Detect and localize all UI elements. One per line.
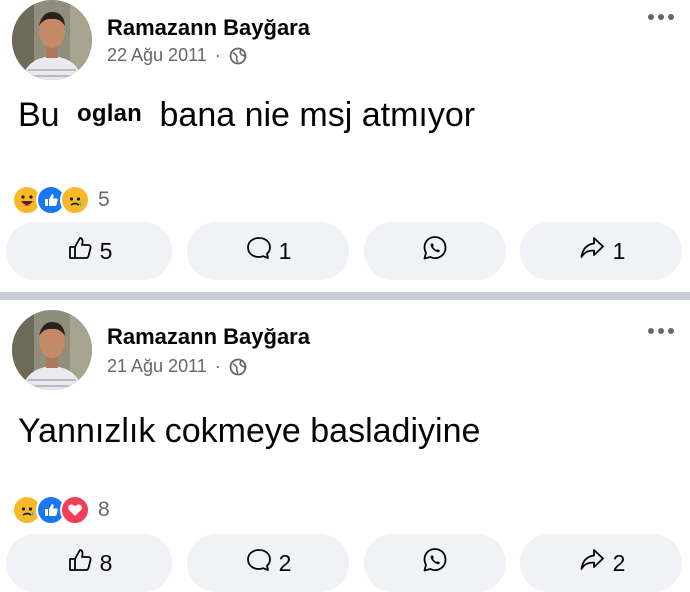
author-name[interactable]: Ramazann Bayğara (107, 324, 310, 350)
like-count: 8 (99, 549, 113, 576)
like-icon (66, 546, 94, 580)
whatsapp-share-button[interactable] (364, 222, 506, 280)
more-options-button[interactable] (648, 328, 674, 334)
avatar[interactable] (12, 310, 92, 390)
more-icon (648, 328, 654, 334)
more-icon-dot (668, 14, 674, 20)
post-text: Yannızlık cokmeye basladiyine (18, 412, 481, 450)
reaction-count[interactable]: 5 (98, 188, 110, 212)
action-bar: 8 2 2 (0, 534, 690, 592)
whatsapp-icon (420, 233, 450, 269)
like-count: 5 (99, 237, 113, 264)
post-divider (0, 292, 690, 300)
share-button[interactable]: 2 (520, 534, 682, 592)
share-count: 2 (612, 549, 626, 576)
more-icon-dot (668, 328, 674, 334)
like-icon (66, 234, 94, 268)
reactions-summary[interactable]: 5 (12, 185, 110, 215)
post-date[interactable]: 21 Ağu 2011 (107, 356, 207, 377)
post-text-sticker: oglan (77, 100, 143, 128)
globe-icon (229, 358, 247, 376)
action-bar: 5 1 1 (0, 222, 690, 280)
whatsapp-share-button[interactable] (364, 534, 506, 592)
post-card: Ramazann Bayğara 22 Ağu 2011 · Bu oglan … (0, 0, 690, 292)
comment-count: 2 (278, 549, 292, 576)
post-text-part: Bu (18, 96, 60, 134)
post-date[interactable]: 22 Ağu 2011 (107, 45, 207, 66)
share-icon (577, 233, 607, 269)
sad-reaction-icon (60, 185, 90, 215)
post-card: Ramazann Bayğara 21 Ağu 2011 · Yannızlık… (0, 300, 690, 592)
comment-count: 1 (278, 237, 292, 264)
post-meta: 22 Ağu 2011 · (107, 45, 247, 66)
more-icon (648, 14, 654, 20)
more-icon-dot (658, 328, 664, 334)
comment-icon (245, 546, 273, 580)
post-text-part: bana nie msj atmıyor (159, 96, 476, 134)
whatsapp-icon (420, 545, 450, 581)
comment-button[interactable]: 2 (187, 534, 349, 592)
reactions-summary[interactable]: 8 (12, 495, 110, 525)
more-options-button[interactable] (648, 14, 674, 20)
like-button[interactable]: 8 (6, 534, 172, 592)
comment-button[interactable]: 1 (187, 222, 349, 280)
share-button[interactable]: 1 (520, 222, 682, 280)
more-icon-dot (658, 14, 664, 20)
love-reaction-icon (60, 495, 90, 525)
post-text: Bu oglan bana nie msj atmıyor (18, 96, 475, 135)
globe-icon (229, 47, 247, 65)
share-icon (577, 545, 607, 581)
comment-icon (245, 234, 273, 268)
reaction-count[interactable]: 8 (98, 498, 110, 522)
author-name[interactable]: Ramazann Bayğara (107, 15, 310, 41)
share-count: 1 (612, 237, 626, 264)
avatar[interactable] (12, 0, 92, 80)
meta-separator: · (214, 45, 221, 65)
meta-separator: · (214, 356, 221, 376)
post-meta: 21 Ağu 2011 · (107, 356, 247, 377)
like-button[interactable]: 5 (6, 222, 172, 280)
